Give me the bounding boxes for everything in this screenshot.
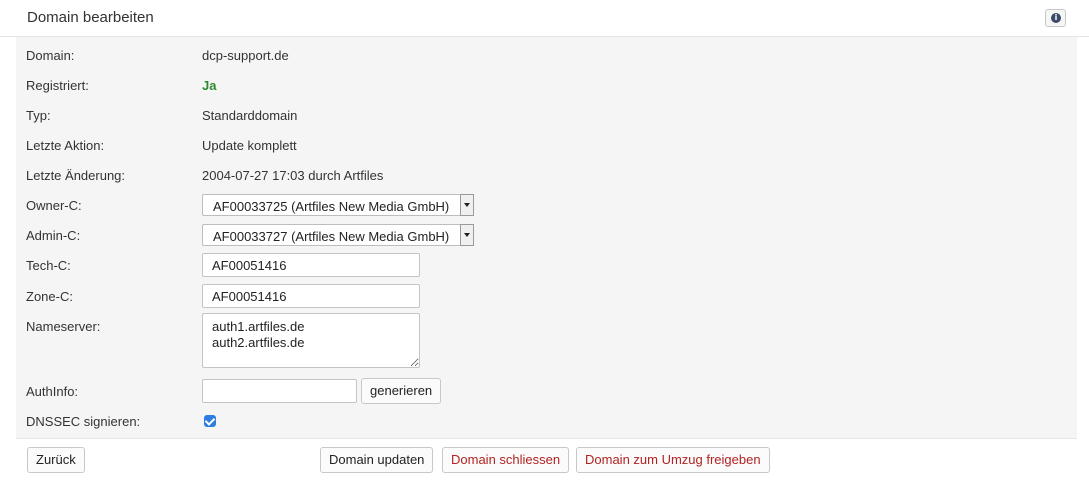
domain-label: Domain: bbox=[26, 48, 75, 63]
row-nameserver: Nameserver: auth1.artfiles.de auth2.artf… bbox=[16, 310, 1077, 370]
row-owner-c: Owner-C: AF00033725 (Artfiles New Media … bbox=[16, 189, 1077, 219]
row-last-change: Letzte Änderung: 2004-07-27 17:03 durch … bbox=[16, 159, 1077, 189]
release-domain-button[interactable]: Domain zum Umzug freigeben bbox=[576, 447, 770, 473]
owner-c-select[interactable]: AF00033725 (Artfiles New Media GmbH) bbox=[202, 194, 474, 216]
type-value: Standarddomain bbox=[202, 108, 298, 123]
admin-c-selected: AF00033727 (Artfiles New Media GmbH) bbox=[213, 229, 450, 244]
domain-value: dcp-support.de bbox=[202, 48, 289, 63]
registered-value: Ja bbox=[202, 78, 217, 93]
authinfo-label: AuthInfo: bbox=[26, 384, 79, 399]
row-admin-c: Admin-C: AF00033727 (Artfiles New Media … bbox=[16, 219, 1077, 249]
admin-c-select[interactable]: AF00033727 (Artfiles New Media GmbH) bbox=[202, 224, 474, 246]
chevron-down-icon[interactable] bbox=[460, 224, 474, 246]
row-tech-c: Tech-C: bbox=[16, 249, 1077, 279]
nameserver-label: Nameserver: bbox=[26, 319, 101, 334]
row-zone-c: Zone-C: bbox=[16, 280, 1077, 310]
last-change-value: 2004-07-27 17:03 durch Artfiles bbox=[202, 168, 384, 183]
row-domain: Domain: dcp-support.de bbox=[16, 39, 1077, 69]
nameserver-textarea[interactable]: auth1.artfiles.de auth2.artfiles.de bbox=[202, 313, 420, 368]
last-action-value: Update komplett bbox=[202, 138, 297, 153]
page-title: Domain bearbeiten bbox=[27, 9, 154, 26]
domain-form: Domain: dcp-support.de Registriert: Ja T… bbox=[16, 37, 1077, 439]
chevron-down-icon[interactable] bbox=[460, 194, 474, 216]
owner-c-label: Owner-C: bbox=[26, 198, 82, 213]
admin-c-label: Admin-C: bbox=[26, 228, 81, 243]
row-registered: Registriert: Ja bbox=[16, 69, 1077, 99]
row-authinfo: AuthInfo: generieren bbox=[16, 375, 1077, 405]
owner-c-selected: AF00033725 (Artfiles New Media GmbH) bbox=[213, 199, 450, 214]
row-last-action: Letzte Aktion: Update komplett bbox=[16, 129, 1077, 159]
dnssec-label: DNSSEC signieren: bbox=[26, 414, 141, 429]
registered-label: Registriert: bbox=[26, 78, 89, 93]
tech-c-label: Tech-C: bbox=[26, 258, 71, 273]
last-change-label: Letzte Änderung: bbox=[26, 168, 126, 183]
update-domain-button[interactable]: Domain updaten bbox=[320, 447, 434, 473]
zone-c-input[interactable] bbox=[202, 284, 420, 308]
authinfo-input[interactable] bbox=[202, 379, 357, 403]
last-action-label: Letzte Aktion: bbox=[26, 138, 105, 153]
dnssec-checkbox[interactable] bbox=[204, 415, 216, 427]
info-icon: i bbox=[1051, 13, 1061, 23]
tech-c-input[interactable] bbox=[202, 253, 420, 277]
type-label: Typ: bbox=[26, 108, 51, 123]
info-button[interactable]: i bbox=[1045, 9, 1066, 27]
row-type: Typ: Standarddomain bbox=[16, 99, 1077, 129]
zone-c-label: Zone-C: bbox=[26, 289, 73, 304]
panel-header: Domain bearbeiten i bbox=[0, 0, 1089, 37]
close-domain-button[interactable]: Domain schliessen bbox=[442, 447, 570, 473]
generate-button[interactable]: generieren bbox=[361, 378, 442, 404]
row-dnssec: DNSSEC signieren: bbox=[16, 405, 1077, 435]
back-button[interactable]: Zurück bbox=[27, 447, 85, 473]
